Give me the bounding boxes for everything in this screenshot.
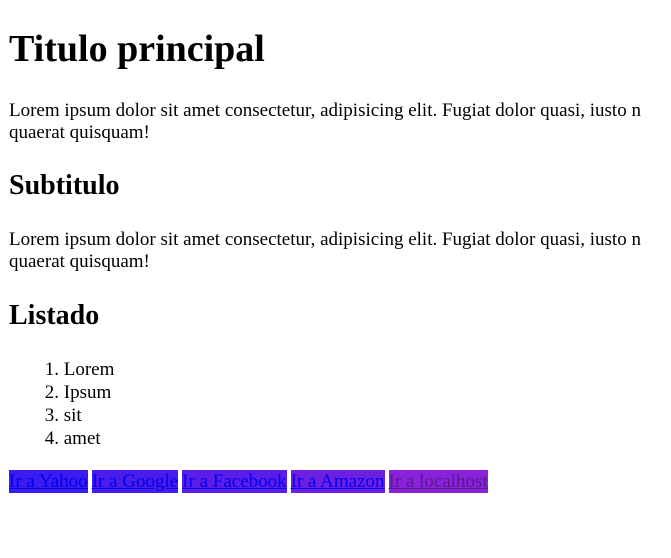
page: Titulo principal Lorem ipsum dolor sit a… xyxy=(0,0,671,558)
link-amazon[interactable]: Ir a Amazon xyxy=(290,470,385,493)
link-localhost[interactable]: Ir a localhost xyxy=(388,470,488,493)
paragraph-1-line-2: quaerat quisquam! xyxy=(9,122,150,143)
paragraph-2-line-2: quaerat quisquam! xyxy=(9,251,150,272)
paragraph-1-line-1: Lorem ipsum dolor sit amet consectetur, … xyxy=(9,100,641,121)
list-item-text: amet xyxy=(63,428,101,449)
list-item-number: 3. xyxy=(44,405,59,426)
link-facebook[interactable]: Ir a Facebook xyxy=(182,470,287,493)
link-yahoo[interactable]: Ir a Yahoo xyxy=(9,470,88,493)
ordered-list: 1. Lorem 2. Ipsum 3. sit 4. amet xyxy=(9,358,115,450)
list-item-number: 2. xyxy=(44,382,59,403)
list-item-number: 4. xyxy=(44,428,59,449)
list-heading: Listado xyxy=(9,300,100,331)
paragraph-1: Lorem ipsum dolor sit amet consectetur, … xyxy=(9,100,671,144)
links-bar: Ir a Yahoo Ir a Google Ir a Facebook Ir a A… xyxy=(9,470,492,493)
list-item: 3. sit xyxy=(9,404,114,427)
list-item: 2. Ipsum xyxy=(9,381,114,404)
paragraph-2-line-1: Lorem ipsum dolor sit amet consectetur, … xyxy=(9,229,641,250)
list-item: 1. Lorem xyxy=(9,358,115,381)
list-item: 4. amet xyxy=(9,427,114,450)
paragraph-2: Lorem ipsum dolor sit amet consectetur, … xyxy=(9,229,671,273)
list-item-number: 1. xyxy=(44,359,59,380)
list-item-text: sit xyxy=(63,405,82,426)
list-item-text: Lorem xyxy=(63,359,115,380)
subtitle-heading: Subtitulo xyxy=(9,170,120,201)
link-google[interactable]: Ir a Google xyxy=(91,470,179,493)
page-title: Titulo principal xyxy=(9,28,265,70)
list-item-text: Ipsum xyxy=(63,382,112,403)
